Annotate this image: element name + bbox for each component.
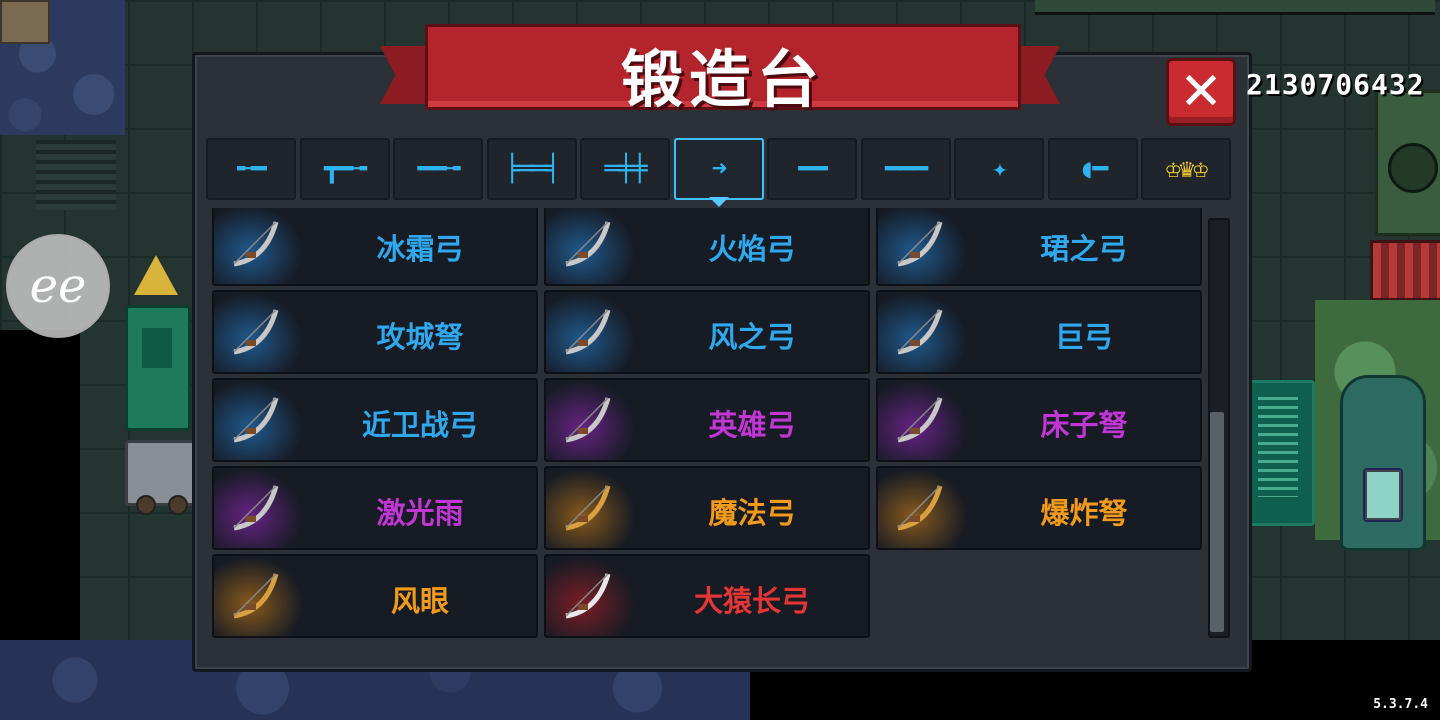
weapon-card[interactable]: 攻城弩 [212,290,538,374]
laser-gun-icon: ═╪╪ [604,154,648,184]
tab-fish[interactable]: ◖━ [1047,138,1138,200]
currency-counter: 2130706432 [1246,68,1425,101]
weapon-name: 近卫战弓 [361,408,478,442]
weapon-name: 风之弓 [708,320,796,354]
weapon-name: 魔法弓 [708,496,796,530]
vending-machine [125,305,191,431]
wall-vent [36,140,116,210]
active-tab-pointer-icon [709,197,729,207]
weapon-name: 激光雨 [376,496,464,530]
weapon-card[interactable]: 冰霜弓 [212,208,538,286]
weapon-list: 冰霜弓 火焰弓 珺之弓攻城弩 风之弓 巨弓近卫战弓 英雄弓 床子弩激光雨 魔法弓 爆炸弩风眼 大猿… [208,208,1204,638]
weapon-name: 巨弓 [1054,320,1113,354]
weapon-card[interactable]: 风之弓 [544,290,870,374]
top-wall-pipe [1035,0,1435,15]
weapon-card[interactable]: 火焰弓 [544,208,870,286]
weapon-category-tabs: ╾━ ┳━╼ ━━╼ ╞══╡ ═╪╪ ➜ ━━ ━━━ ✦ ◖━ ♔♛♔ [206,138,1234,200]
tab-pistol[interactable]: ╾━ [206,138,296,200]
guard-bow-icon [233,397,279,443]
weapon-card[interactable]: 风眼 [212,554,538,638]
gas-tank [1340,375,1426,551]
tab-throwing-star[interactable]: ✦ [954,138,1044,200]
ribbon-main: 锻造台 [425,24,1021,116]
weapon-card[interactable]: 激光雨 [212,466,538,550]
weapon-card[interactable]: 巨弓 [876,290,1202,374]
generator-machine [1375,90,1440,236]
frost-bow-icon [233,221,279,267]
shotgun-icon: ━━╼ [417,154,461,184]
hero-bow-icon [565,397,611,443]
weapon-card[interactable]: 魔法弓 [544,466,870,550]
sword-icon: ━━ [798,154,827,184]
tab-laser-gun[interactable]: ═╪╪ [580,138,670,200]
weapon-card[interactable]: 珺之弓 [876,208,1202,286]
siege-crossbow-icon [233,309,279,355]
weapon-card[interactable]: 大猿长弓 [544,554,870,638]
weapon-name: 爆炸弩 [1040,496,1128,530]
explosive-crossbow-icon [897,485,943,531]
bow-icon: ➜ [711,154,728,184]
launcher-icon: ╞══╡ [504,154,561,184]
tab-crown[interactable]: ♔♛♔ [1141,138,1231,200]
rifle-icon: ┳━╼ [324,154,367,184]
tab-launcher[interactable]: ╞══╡ [486,138,577,200]
supply-cart [125,440,199,515]
dark-area-left [0,330,80,640]
scrollbar-thumb[interactable] [1210,412,1224,632]
weapon-name: 珺之弓 [1040,232,1128,266]
red-pipe [1370,240,1440,301]
close-icon: ✕ [1179,62,1223,122]
version-label: 5.3.7.4 [1373,697,1428,712]
laser-rain-icon [233,485,279,531]
weapon-name: 床子弩 [1040,408,1128,442]
tab-shotgun[interactable]: ━━╼ [393,138,483,200]
ee-logo-icon: ee [29,258,87,314]
weapon-card[interactable]: 英雄弓 [544,378,870,462]
weapon-card[interactable]: 爆炸弩 [876,466,1202,550]
ape-longbow-icon [565,573,611,619]
throwing-star-icon: ✦ [992,154,1008,184]
weapon-name: 火焰弓 [708,232,796,266]
tab-sword[interactable]: ━━ [767,138,857,200]
giant-bow-icon [897,309,943,355]
computer-terminal [1247,380,1315,526]
close-button[interactable]: ✕ [1166,58,1236,126]
weapon-name: 攻城弩 [376,320,464,354]
spear-icon: ━━━ [885,154,928,184]
weapon-list-scrollbar[interactable] [1208,218,1230,638]
tab-bow[interactable]: ➜ [673,138,764,200]
title-banner: 锻造台 [380,24,1060,116]
crown-icon: ♔♛♔ [1165,154,1209,184]
weapon-card[interactable]: 近卫战弓 [212,378,538,462]
jun-bow-icon [897,221,943,267]
warning-sign-icon [134,255,178,295]
wind-bow-icon [565,309,611,355]
fish-icon: ◖━ [1078,154,1108,184]
weapon-name: 冰霜弓 [376,232,464,266]
weapon-card[interactable]: 床子弩 [876,378,1202,462]
wind-eye-icon [233,573,279,619]
flame-bow-icon [565,221,611,267]
pistol-icon: ╾━ [237,154,266,184]
tab-spear[interactable]: ━━━ [860,138,951,200]
overlay-ee-badge[interactable]: ee [6,234,110,338]
tab-rifle[interactable]: ┳━╼ [299,138,390,200]
weapon-name: 大猿长弓 [693,584,810,618]
weapon-name: 风眼 [390,584,449,618]
weapon-name: 英雄弓 [708,408,796,442]
magic-bow-icon [565,485,611,531]
bed-crossbow-icon [897,397,943,443]
wall-sign [0,0,50,44]
page-title: 锻造台 [620,43,825,116]
